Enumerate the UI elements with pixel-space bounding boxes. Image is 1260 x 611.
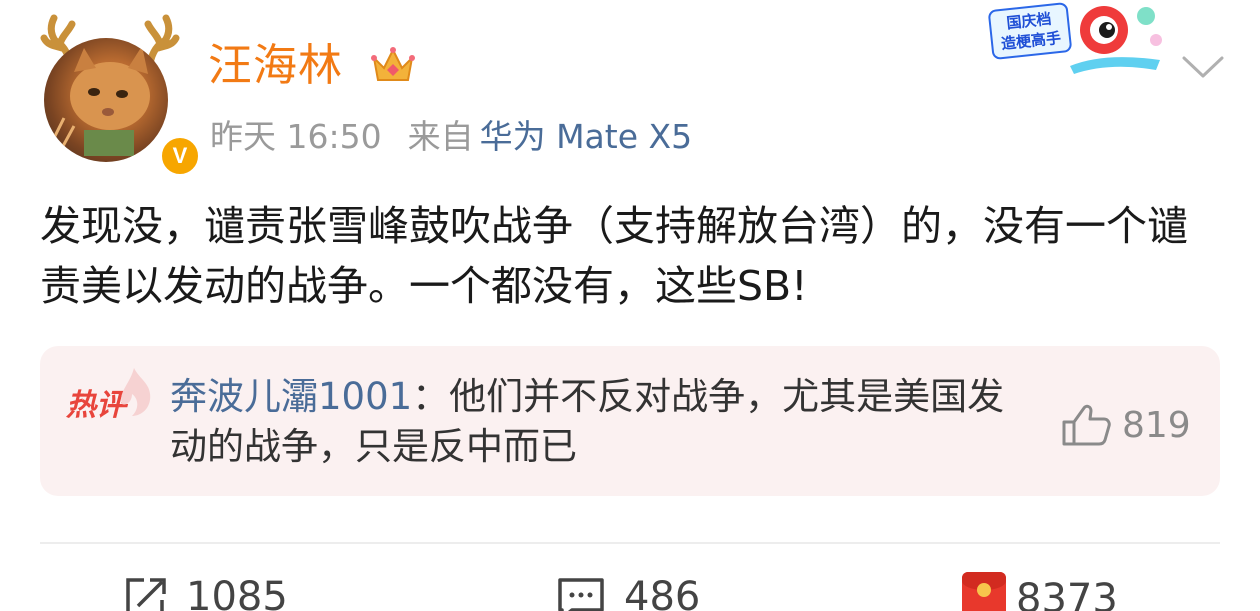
avatar-container[interactable]: V (36, 14, 202, 178)
cat-photo (52, 46, 150, 156)
mascot-icon (1070, 6, 1162, 74)
from-label: 来自 (407, 117, 474, 156)
repost-icon (126, 578, 166, 611)
hot-comment-user[interactable]: 奔波儿灞1001 (170, 375, 412, 418)
flame-icon (121, 368, 151, 416)
thumbs-up-icon (1062, 404, 1111, 446)
hot-comment-like-count: 819 (1122, 404, 1191, 446)
comment-icon (558, 578, 604, 611)
holiday-badge[interactable]: 国庆档 造梗高手 (980, 0, 1170, 80)
like-count: 8373 (1016, 576, 1118, 611)
comment-count: 486 (624, 574, 701, 611)
post-text: 发现没，谴责张雪峰鼓吹战争（支持解放台湾）的，没有一个谴责美以发动的战争。一个都… (40, 202, 1188, 310)
repost-count: 1085 (186, 574, 288, 611)
author-name[interactable]: 汪海林 (208, 36, 343, 96)
repost-button[interactable]: 1085 (122, 572, 288, 611)
hot-comment-separator: ： (412, 375, 450, 418)
hot-comment-body: 奔波儿灞1001：他们并不反对战争，尤其是美国发动的战争，只是反中而已 (170, 372, 1010, 472)
avatar[interactable] (44, 38, 168, 162)
like-button[interactable]: 8373 (962, 572, 1118, 611)
divider (40, 542, 1220, 544)
weibo-post: V 汪海林 昨天 16:50 来自 华为 Mate X5 国庆档 造梗高手 发现没，… (0, 0, 1260, 611)
hot-comment-like-button[interactable]: 819 (1060, 402, 1191, 448)
comment-button[interactable]: 486 (556, 572, 700, 611)
red-packet-icon (962, 572, 1006, 611)
post-source[interactable]: 华为 Mate X5 (480, 117, 693, 156)
post-meta: 昨天 16:50 来自 华为 Mate X5 (210, 114, 692, 160)
verified-v-icon: V (158, 134, 202, 178)
crown-icon (371, 47, 415, 81)
post-time: 昨天 16:50 (210, 117, 382, 156)
chevron-down-icon[interactable] (1180, 52, 1226, 82)
hot-comment[interactable]: 热评 奔波儿灞1001：他们并不反对战争，尤其是美国发动的战争，只是反中而已 8… (40, 346, 1220, 496)
